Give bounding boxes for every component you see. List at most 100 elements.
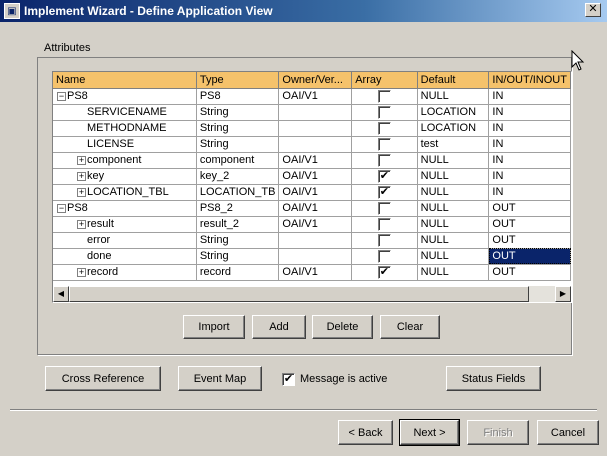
cell-default[interactable]: NULL	[417, 88, 490, 105]
cell-name[interactable]: + component	[53, 152, 197, 169]
status-fields-button[interactable]: Status Fields	[446, 366, 541, 391]
cell-type[interactable]: String	[196, 120, 280, 137]
next-button[interactable]: Next >	[399, 419, 460, 446]
cell-owner[interactable]: OAI/V1	[278, 168, 353, 185]
cell-inout[interactable]: OUT	[488, 264, 571, 281]
table-row[interactable]: SERVICENAME String LOCATION IN	[53, 104, 571, 121]
cell-inout[interactable]: OUT	[488, 200, 571, 217]
delete-button[interactable]: Delete	[312, 315, 373, 339]
cell-inout[interactable]: IN	[488, 152, 571, 169]
attributes-table[interactable]: Name Type Owner/Ver... Array Default IN/…	[52, 71, 572, 303]
cell-default[interactable]: LOCATION	[417, 120, 490, 137]
cell-name[interactable]: METHODNAME	[53, 120, 197, 137]
table-row[interactable]: + component component OAI/V1 NULL IN	[53, 152, 571, 169]
cell-inout[interactable]: IN	[488, 136, 571, 153]
cell-owner[interactable]: OAI/V1	[278, 88, 353, 105]
cell-name[interactable]: + result	[53, 216, 197, 233]
array-checkbox[interactable]	[377, 153, 391, 167]
scroll-left-button[interactable]: ◀	[53, 286, 69, 302]
cell-name[interactable]: + LOCATION_TBL	[53, 184, 197, 201]
table-row[interactable]: + result result_2 OAI/V1 NULL OUT	[53, 216, 571, 233]
expand-icon[interactable]: +	[77, 267, 86, 277]
cell-default[interactable]: NULL	[417, 248, 490, 265]
table-row[interactable]: − PS8 PS8 OAI/V1 NULL IN	[53, 88, 571, 105]
column-header-default[interactable]: Default	[417, 72, 490, 89]
cell-default[interactable]: LOCATION	[417, 104, 490, 121]
table-row[interactable]: + key key_2 OAI/V1 ✔ NULL IN	[53, 168, 571, 185]
table-row[interactable]: − PS8 PS8_2 OAI/V1 NULL OUT	[53, 200, 571, 217]
cell-default[interactable]: NULL	[417, 264, 490, 281]
cell-inout[interactable]: IN	[488, 104, 571, 121]
cell-name[interactable]: + key	[53, 168, 197, 185]
close-button[interactable]: ✕	[585, 3, 601, 17]
cell-name[interactable]: + record	[53, 264, 197, 281]
expand-icon[interactable]: +	[77, 219, 86, 229]
cell-type[interactable]: record	[196, 264, 280, 281]
expand-icon[interactable]: +	[77, 171, 86, 181]
cell-owner[interactable]: OAI/V1	[278, 200, 353, 217]
cell-default[interactable]: NULL	[417, 152, 490, 169]
message-active-option[interactable]: ✔ Message is active	[282, 372, 387, 386]
cell-default[interactable]: NULL	[417, 168, 490, 185]
array-checkbox[interactable]	[377, 233, 391, 247]
cell-type[interactable]: PS8_2	[196, 200, 280, 217]
cell-default[interactable]: NULL	[417, 200, 490, 217]
cell-name[interactable]: error	[53, 232, 197, 249]
cross-reference-button[interactable]: Cross Reference	[45, 366, 161, 391]
cell-default[interactable]: test	[417, 136, 490, 153]
cell-owner[interactable]	[278, 136, 353, 153]
array-checkbox[interactable]	[377, 121, 391, 135]
cell-type[interactable]: LOCATION_TB	[196, 184, 280, 201]
cell-inout[interactable]: OUT	[488, 248, 571, 265]
cell-owner[interactable]	[278, 104, 353, 121]
cell-inout[interactable]: OUT	[488, 232, 571, 249]
cell-owner[interactable]	[278, 120, 353, 137]
array-checkbox[interactable]: ✔	[377, 265, 391, 279]
column-header-type[interactable]: Type	[196, 72, 280, 89]
collapse-icon[interactable]: −	[57, 203, 66, 213]
collapse-icon[interactable]: −	[57, 91, 66, 101]
cell-owner[interactable]	[278, 232, 353, 249]
table-row[interactable]: + record record OAI/V1 ✔ NULL OUT	[53, 264, 571, 281]
column-header-inout[interactable]: IN/OUT/INOUT	[488, 72, 571, 89]
expand-icon[interactable]: +	[77, 187, 86, 197]
array-checkbox[interactable]	[377, 89, 391, 103]
horizontal-scrollbar[interactable]: ◀ ▶	[53, 286, 571, 302]
table-row[interactable]: + LOCATION_TBL LOCATION_TB OAI/V1 ✔ NULL IN	[53, 184, 571, 201]
back-button[interactable]: < Back	[338, 420, 393, 445]
column-header-name[interactable]: Name	[53, 72, 197, 89]
cell-default[interactable]: NULL	[417, 216, 490, 233]
table-row[interactable]: LICENSE String test IN	[53, 136, 571, 153]
cell-type[interactable]: key_2	[196, 168, 280, 185]
add-button[interactable]: Add	[252, 315, 306, 339]
cell-inout[interactable]: IN	[488, 88, 571, 105]
cell-owner[interactable]	[278, 248, 353, 265]
cell-type[interactable]: String	[196, 232, 280, 249]
array-checkbox[interactable]	[377, 137, 391, 151]
cell-name[interactable]: done	[53, 248, 197, 265]
cell-default[interactable]: NULL	[417, 232, 490, 249]
column-header-owner[interactable]: Owner/Ver...	[278, 72, 353, 89]
array-checkbox[interactable]	[377, 249, 391, 263]
cell-inout[interactable]: IN	[488, 168, 571, 185]
clear-button[interactable]: Clear	[380, 315, 440, 339]
message-active-checkbox[interactable]: ✔	[282, 372, 295, 386]
array-checkbox[interactable]	[377, 217, 391, 231]
cell-type[interactable]: component	[196, 152, 280, 169]
cell-type[interactable]: String	[196, 136, 280, 153]
cell-name[interactable]: − PS8	[53, 88, 197, 105]
array-checkbox[interactable]: ✔	[377, 185, 391, 199]
cell-type[interactable]: result_2	[196, 216, 280, 233]
scroll-right-button[interactable]: ▶	[555, 286, 571, 302]
cell-inout[interactable]: IN	[488, 120, 571, 137]
cell-owner[interactable]: OAI/V1	[278, 216, 353, 233]
cell-owner[interactable]: OAI/V1	[278, 264, 353, 281]
array-checkbox[interactable]: ✔	[377, 169, 391, 183]
array-checkbox[interactable]	[377, 201, 391, 215]
cell-type[interactable]: String	[196, 248, 280, 265]
cell-name[interactable]: − PS8	[53, 200, 197, 217]
cell-name[interactable]: LICENSE	[53, 136, 197, 153]
cell-owner[interactable]: OAI/V1	[278, 152, 353, 169]
cell-name[interactable]: SERVICENAME	[53, 104, 197, 121]
cell-inout[interactable]: IN	[488, 184, 571, 201]
